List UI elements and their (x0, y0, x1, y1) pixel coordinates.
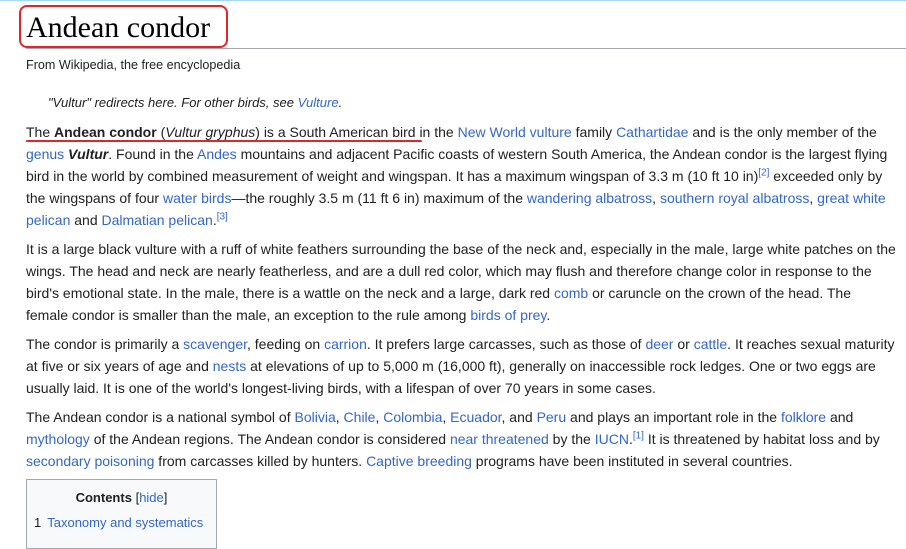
annotation-underline (26, 140, 422, 142)
new-world-vulture-link[interactable]: New World vulture (458, 124, 572, 140)
colombia-link[interactable]: Colombia (383, 409, 442, 425)
text-run: or (673, 336, 694, 352)
text-run: programs have been instituted in several… (471, 453, 793, 469)
text-run: , (335, 409, 344, 425)
text-run: of the Andean regions. The Andean condor… (89, 431, 450, 447)
toc-item[interactable]: 1 Taxonomy and systematics (34, 514, 203, 532)
bolivia-link[interactable]: Bolivia (295, 409, 336, 425)
scientific-name: Vultur gryphus (165, 124, 256, 140)
genus-link[interactable]: genus (26, 146, 64, 162)
title-divider (26, 48, 906, 49)
top-border (0, 0, 906, 1)
toc-hide-toggle[interactable]: hide (139, 490, 164, 505)
text-run: —the roughly 3.5 m (11 ft 6 in) maximum … (231, 190, 527, 206)
carrion-link[interactable]: carrion (324, 336, 367, 352)
iucn-link[interactable]: IUCN (595, 431, 629, 447)
article-subject: Andean condor (54, 124, 157, 140)
tagline: From Wikipedia, the free encyclopedia (26, 58, 241, 72)
secondary-poisoning-link[interactable]: secondary poisoning (26, 453, 154, 469)
behaviour-paragraph: The condor is primarily a scavenger, fee… (26, 333, 896, 399)
andes-link[interactable]: Andes (197, 146, 237, 162)
text-run: and plays an important role in the (566, 409, 781, 425)
text-run: The Andean condor is a national symbol o… (26, 409, 295, 425)
hatnote: "Vultur" redirects here. For other birds… (48, 94, 342, 112)
text-run: , (442, 409, 451, 425)
nests-link[interactable]: nests (213, 358, 246, 374)
scavenger-link[interactable]: scavenger (183, 336, 247, 352)
page-title: Andean condor (26, 11, 211, 44)
toc-bracket-close: ] (163, 490, 168, 505)
text-run: ) is a South American bird in the (255, 124, 458, 140)
captive-breeding-link[interactable]: Captive breeding (366, 453, 472, 469)
culture-paragraph: The Andean condor is a national symbol o… (26, 406, 896, 472)
text-run: family (571, 124, 617, 140)
cathartidae-link[interactable]: Cathartidae (616, 124, 688, 140)
table-of-contents: Contents [hide] 1 Taxonomy and systematic… (26, 479, 217, 549)
lead-paragraph: The Andean condor (Vultur gryphus) is a … (26, 121, 896, 231)
hatnote-end: . (338, 95, 343, 110)
toc-item-label[interactable]: Taxonomy and systematics (47, 515, 203, 530)
text-run: . Found in the (108, 146, 197, 162)
text-run: The (26, 124, 55, 140)
toc-item-number: 1 (34, 515, 42, 530)
text-run: ( (156, 124, 166, 140)
text-run: and (70, 212, 102, 228)
vulture-link[interactable]: Vulture (298, 95, 339, 110)
wandering-albatross-link[interactable]: wandering albatross (527, 190, 652, 206)
folklore-link[interactable]: folklore (781, 409, 826, 425)
near-threatened-link[interactable]: near threatened (450, 431, 549, 447)
reference-3-link[interactable]: [3] (217, 211, 228, 222)
text-run: . It prefers large carcasses, such as th… (366, 336, 646, 352)
text-run: and is the only member of the (688, 124, 877, 140)
comb-link[interactable]: comb (554, 285, 588, 301)
toc-title: Contents (75, 490, 132, 505)
peru-link[interactable]: Peru (537, 409, 567, 425)
text-run: It is threatened by habitat loss and by (643, 431, 880, 447)
text-run: The condor is primarily a (26, 336, 184, 352)
text-run: from carcasses killed by hunters. (154, 453, 367, 469)
deer-link[interactable]: deer (645, 336, 673, 352)
ecuador-link[interactable]: Ecuador (450, 409, 501, 425)
genus-name: Vultur (68, 146, 109, 162)
birds-of-prey-link[interactable]: birds of prey (470, 307, 546, 323)
mythology-link[interactable]: mythology (26, 431, 90, 447)
text-run: , (652, 190, 660, 206)
text-run: . (546, 307, 551, 323)
reference-2-link[interactable]: [2] (758, 167, 769, 178)
dalmatian-pelican-link[interactable]: Dalmatian pelican (102, 212, 213, 228)
chile-link[interactable]: Chile (344, 409, 376, 425)
description-paragraph: It is a large black vulture with a ruff … (26, 238, 896, 326)
southern-royal-albatross-link[interactable]: southern royal albatross (660, 190, 809, 206)
water-birds-link[interactable]: water birds (163, 190, 231, 206)
text-run: , feeding on (247, 336, 325, 352)
text-run: , and (501, 409, 537, 425)
hatnote-text: "Vultur" redirects here. For other birds… (48, 95, 298, 110)
cattle-link[interactable]: cattle (694, 336, 727, 352)
text-run: and (826, 409, 854, 425)
text-run: by the (548, 431, 595, 447)
toc-header: Contents [hide] (27, 489, 216, 507)
reference-1-link[interactable]: [1] (633, 430, 644, 441)
text-run: , (809, 190, 818, 206)
